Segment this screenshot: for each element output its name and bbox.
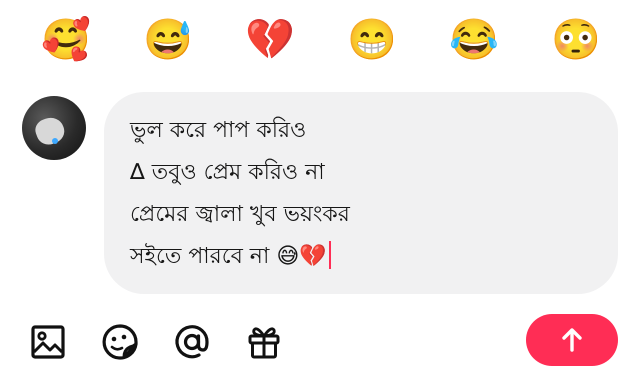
message-line-4: সইতে পারবে না 😅💔 (130, 244, 327, 269)
comment-composer: ভুল করে পাপ করিও ∆ তবুও প্রেম করিও না প্… (20, 92, 620, 296)
image-button[interactable] (22, 316, 74, 368)
message-line-2: ∆ তবুও প্রেম করিও না (130, 160, 325, 185)
emoji-beaming-face[interactable]: 😁 (344, 12, 400, 68)
emoji-broken-heart[interactable]: 💔 (242, 12, 298, 68)
ring-icon (52, 138, 58, 144)
arrow-up-icon (562, 328, 582, 352)
mention-icon (175, 325, 209, 359)
image-icon (31, 325, 65, 359)
message-text[interactable]: ভুল করে পাপ করিও ∆ তবুও প্রেম করিও না প্… (130, 110, 600, 278)
sticker-icon (102, 324, 138, 360)
send-button[interactable] (526, 314, 618, 366)
hand-icon (32, 113, 68, 149)
emoji-tears-of-joy[interactable]: 😂 (446, 12, 502, 68)
message-line-1: ভুল করে পাপ করিও (130, 118, 307, 143)
text-caret (328, 241, 331, 269)
emoji-flushed-face[interactable]: 😳 (548, 12, 604, 68)
mention-button[interactable] (166, 316, 218, 368)
composer-toolbar (0, 312, 640, 372)
message-input-bubble[interactable]: ভুল করে পাপ করিও ∆ তবুও প্রেম করিও না প্… (104, 92, 618, 294)
message-line-3: প্রেমের জ্বালা খুব ভয়ংকর (130, 202, 350, 227)
emoji-grinning-sweat[interactable]: 😅 (140, 12, 196, 68)
sticker-button[interactable] (94, 316, 146, 368)
avatar (22, 96, 86, 160)
emoji-smiling-face-with-hearts[interactable]: 🥰 (38, 12, 94, 68)
emoji-reaction-bar: 🥰 😅 💔 😁 😂 😳 (0, 12, 640, 70)
gift-button[interactable] (238, 316, 290, 368)
gift-icon (248, 327, 280, 359)
